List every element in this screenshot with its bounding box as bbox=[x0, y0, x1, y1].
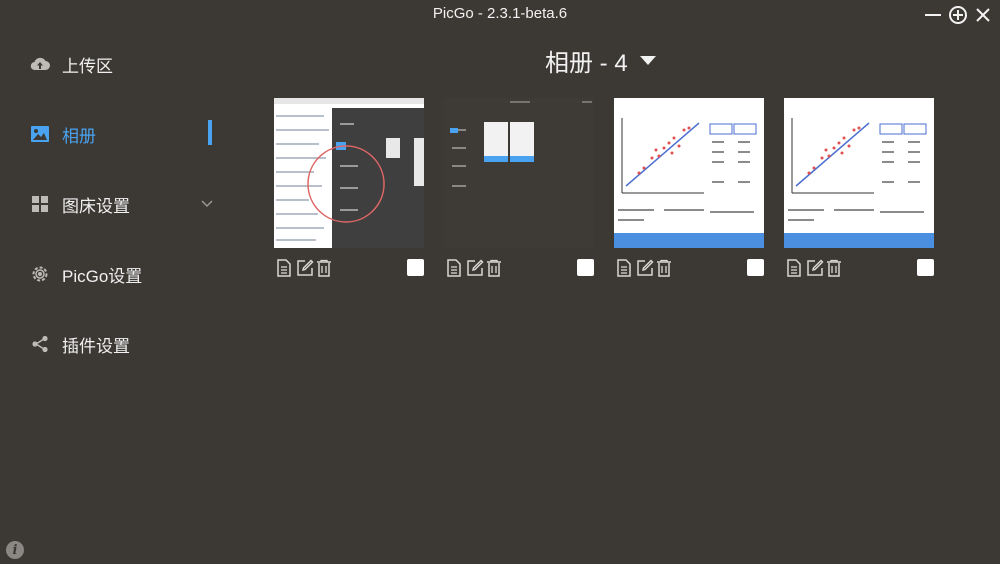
image-thumbnail[interactable] bbox=[784, 98, 934, 248]
card-actions bbox=[274, 259, 424, 281]
copy-link-icon[interactable] bbox=[786, 259, 804, 277]
card-actions bbox=[614, 259, 764, 281]
caret-down-icon bbox=[639, 56, 656, 65]
active-indicator bbox=[208, 120, 212, 145]
card-actions bbox=[784, 259, 934, 281]
select-checkbox[interactable] bbox=[917, 259, 934, 276]
share-icon bbox=[30, 334, 50, 354]
chevron-down-icon[interactable] bbox=[200, 194, 214, 214]
sidebar-item-picbed-settings[interactable]: 图床设置 bbox=[30, 186, 215, 222]
copy-link-icon[interactable] bbox=[446, 259, 464, 277]
select-checkbox[interactable] bbox=[577, 259, 594, 276]
sidebar-item-label: 插件设置 bbox=[62, 336, 130, 356]
gallery-card bbox=[444, 98, 594, 281]
copy-link-icon[interactable] bbox=[616, 259, 634, 277]
delete-icon[interactable] bbox=[486, 259, 504, 277]
title-bar: PicGo - 2.3.1-beta.6 bbox=[0, 0, 1000, 30]
sidebar-item-upload[interactable]: 上传区 bbox=[30, 46, 215, 82]
cloud-upload-icon bbox=[30, 54, 50, 74]
grid-icon bbox=[30, 194, 50, 214]
edit-icon[interactable] bbox=[636, 259, 654, 277]
minimize-button[interactable] bbox=[922, 4, 944, 26]
plus-circle-icon bbox=[949, 6, 967, 24]
copy-link-icon[interactable] bbox=[276, 259, 294, 277]
gallery-card bbox=[614, 98, 764, 281]
sidebar-item-picgo-settings[interactable]: PicGo设置 bbox=[30, 256, 215, 292]
maximize-button[interactable] bbox=[947, 4, 969, 26]
image-thumbnail[interactable] bbox=[614, 98, 764, 248]
sidebar-item-plugin-settings[interactable]: 插件设置 bbox=[30, 326, 215, 362]
edit-icon[interactable] bbox=[466, 259, 484, 277]
select-checkbox[interactable] bbox=[747, 259, 764, 276]
gallery-title: 相册 - 4 bbox=[545, 50, 628, 77]
image-thumbnail[interactable] bbox=[274, 98, 424, 248]
delete-icon[interactable] bbox=[316, 259, 334, 277]
close-icon bbox=[976, 8, 990, 22]
card-actions bbox=[444, 259, 594, 281]
image-icon bbox=[30, 124, 50, 144]
window-title: PicGo - 2.3.1-beta.6 bbox=[432, 5, 568, 22]
sidebar: 上传区 相册 图床设置 PicGo设置 插件设置 bbox=[0, 30, 230, 564]
sidebar-item-gallery[interactable]: 相册 bbox=[30, 116, 215, 152]
minimize-icon bbox=[925, 14, 941, 16]
gallery-title-dropdown[interactable]: 相册 - 4 bbox=[545, 43, 656, 78]
sidebar-item-label: PicGo设置 bbox=[62, 266, 143, 286]
gallery-card bbox=[784, 98, 934, 281]
delete-icon[interactable] bbox=[826, 259, 844, 277]
gallery-card bbox=[274, 98, 424, 281]
gear-icon bbox=[30, 264, 50, 284]
sidebar-item-label: 相册 bbox=[62, 126, 96, 146]
select-checkbox[interactable] bbox=[407, 259, 424, 276]
edit-icon[interactable] bbox=[806, 259, 824, 277]
delete-icon[interactable] bbox=[656, 259, 674, 277]
sidebar-item-label: 图床设置 bbox=[62, 196, 130, 216]
close-button[interactable] bbox=[972, 4, 994, 26]
info-icon[interactable]: i bbox=[6, 541, 24, 559]
image-thumbnail[interactable] bbox=[444, 98, 594, 248]
edit-icon[interactable] bbox=[296, 259, 314, 277]
sidebar-item-label: 上传区 bbox=[62, 56, 113, 76]
